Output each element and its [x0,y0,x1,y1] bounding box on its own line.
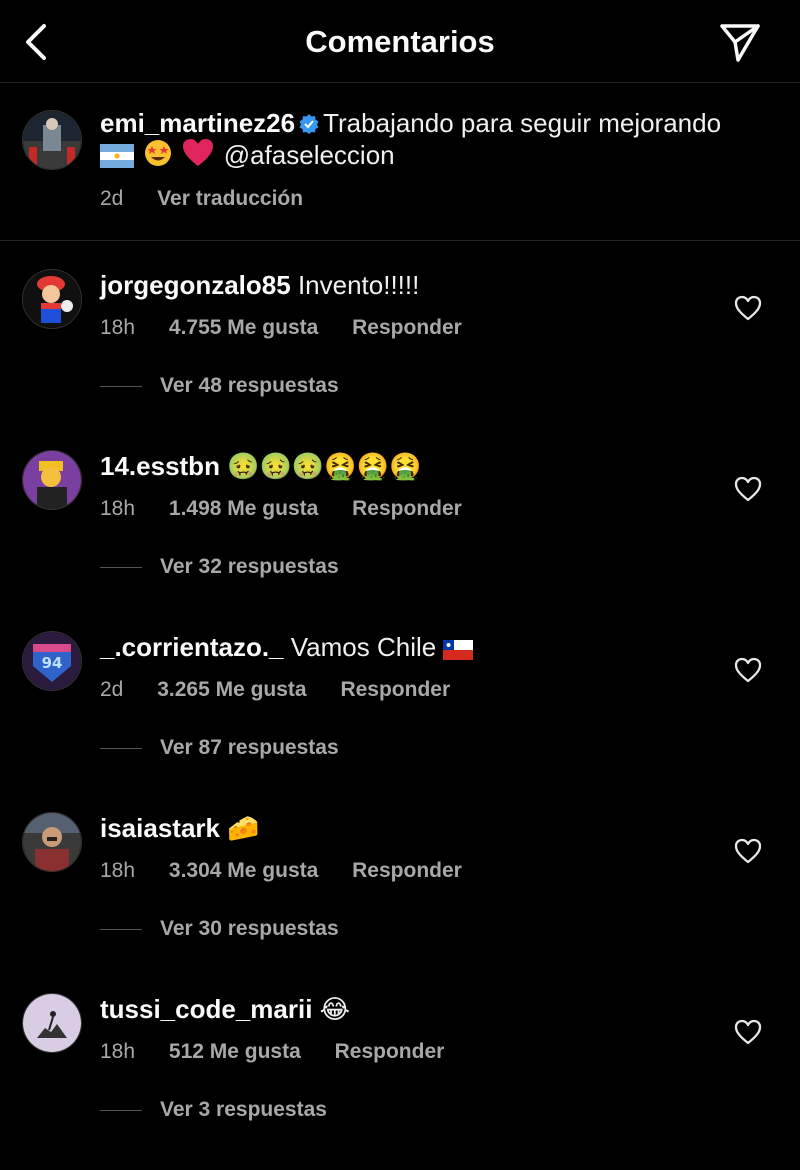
caption-meta: 2d Ver traducción [100,186,331,212]
top-bar: Comentarios [0,0,800,83]
comment-likes[interactable]: 512 Me gusta [169,1040,301,1063]
heart-icon[interactable] [734,657,762,683]
comment-time: 2d [100,678,124,701]
comment-time: 18h [100,316,136,339]
view-replies-label: Ver 48 respuestas [160,374,339,397]
comment-username[interactable]: jorgegonzalo85 [100,270,291,300]
heart-icon[interactable] [734,838,762,864]
reply-button[interactable]: Responder [352,497,462,520]
chile-flag-icon [443,635,474,667]
avatar[interactable] [22,993,82,1053]
view-replies-label: Ver 87 respuestas [160,736,339,759]
comment-likes[interactable]: 4.755 Me gusta [169,316,318,339]
view-replies-button[interactable]: Ver 30 respuestas [100,914,339,944]
heart-icon[interactable] [734,476,762,502]
caption-mention[interactable]: @afaseleccion [224,140,395,170]
comment-username[interactable]: tussi_code_marii [100,994,312,1024]
comment-message: 😂 [319,994,351,1024]
page-title: Comentarios [305,24,495,59]
avatar[interactable] [22,269,82,329]
divider-line [100,928,142,930]
comment-username[interactable]: 14.esstbn [100,451,220,481]
comment-text: tussi_code_marii 😂 [100,993,350,1025]
comment-item: isaiastark 🧀 18h 3.304 Me gusta Responde… [0,798,800,979]
comment-message: Vamos Chile [290,632,437,662]
comment-text: isaiastark 🧀 [100,812,260,844]
comment-message: Invento!!!!! [297,270,420,300]
comment-item: jorgegonzalo85 Invento!!!!! 18h 4.755 Me… [0,255,800,436]
comment-likes[interactable]: 3.265 Me gusta [157,678,306,701]
divider-line [100,385,142,387]
caption-message: Trabajando para seguir mejorando [323,108,722,138]
heart-icon[interactable] [734,1019,762,1045]
reply-button[interactable]: Responder [335,1040,445,1063]
view-replies-label: Ver 3 respuestas [160,1098,327,1121]
comment-meta: 18h 3.304 Me gusta Responder [100,858,490,884]
comment-meta: 18h 512 Me gusta Responder [100,1039,472,1065]
reply-button[interactable]: Responder [352,859,462,882]
comment-message: 🤢🤢🤢🤮🤮🤮 [227,451,422,481]
view-replies-label: Ver 32 respuestas [160,555,339,578]
view-replies-button[interactable]: Ver 32 respuestas [100,552,339,582]
comment-item: 14.esstbn 🤢🤢🤢🤮🤮🤮 18h 1.498 Me gusta Resp… [0,436,800,617]
caption-time: 2d [100,187,124,210]
comment-time: 18h [100,1040,136,1063]
comment-username[interactable]: isaiastark [100,813,220,843]
comment-time: 18h [100,497,136,520]
view-replies-button[interactable]: Ver 48 respuestas [100,371,339,401]
comment-meta: 2d 3.265 Me gusta Responder [100,677,478,703]
comment-likes[interactable]: 3.304 Me gusta [169,859,318,882]
view-replies-button[interactable]: Ver 3 respuestas [100,1095,327,1125]
caption-text: emi_martinez26 Trabajando para seguir mej… [100,108,770,174]
heart-icon[interactable] [734,295,762,321]
divider-line [100,747,142,749]
view-replies-label: Ver 30 respuestas [160,917,339,940]
comment-time: 18h [100,859,136,882]
avatar[interactable] [22,110,82,170]
translate-link[interactable]: Ver traducción [157,187,303,210]
reply-button[interactable]: Responder [352,316,462,339]
send-icon[interactable] [718,20,762,64]
comment-meta: 18h 4.755 Me gusta Responder [100,315,490,341]
comment-likes[interactable]: 1.498 Me gusta [169,497,318,520]
star-struck-emoji-icon [143,138,173,174]
comment-text: 14.esstbn 🤢🤢🤢🤮🤮🤮 [100,450,421,482]
avatar[interactable] [22,812,82,872]
post-caption: emi_martinez26 Trabajando para seguir mej… [0,82,800,241]
comment-item: 94 _.corrientazo._ Vamos Chile 2d 3.265 … [0,617,800,798]
avatar[interactable]: 94 [22,631,82,691]
red-heart-emoji-icon [182,138,214,174]
caption-username[interactable]: emi_martinez26 [100,108,295,138]
divider-line [100,566,142,568]
comment-text: _.corrientazo._ Vamos Chile [100,631,475,667]
comment-username[interactable]: _.corrientazo._ [100,632,284,662]
view-replies-button[interactable]: Ver 87 respuestas [100,733,339,763]
reply-button[interactable]: Responder [340,678,450,701]
verified-badge-icon [299,114,319,134]
comment-message: 🧀 [227,813,260,843]
svg-text:94: 94 [42,654,63,672]
comment-text: jorgegonzalo85 Invento!!!!! [100,269,419,301]
argentina-flag-icon [100,144,134,174]
comment-item: tussi_code_marii 😂 18h 512 Me gusta Resp… [0,979,800,1160]
comment-meta: 18h 1.498 Me gusta Responder [100,496,490,522]
avatar[interactable] [22,450,82,510]
divider-line [100,1109,142,1111]
